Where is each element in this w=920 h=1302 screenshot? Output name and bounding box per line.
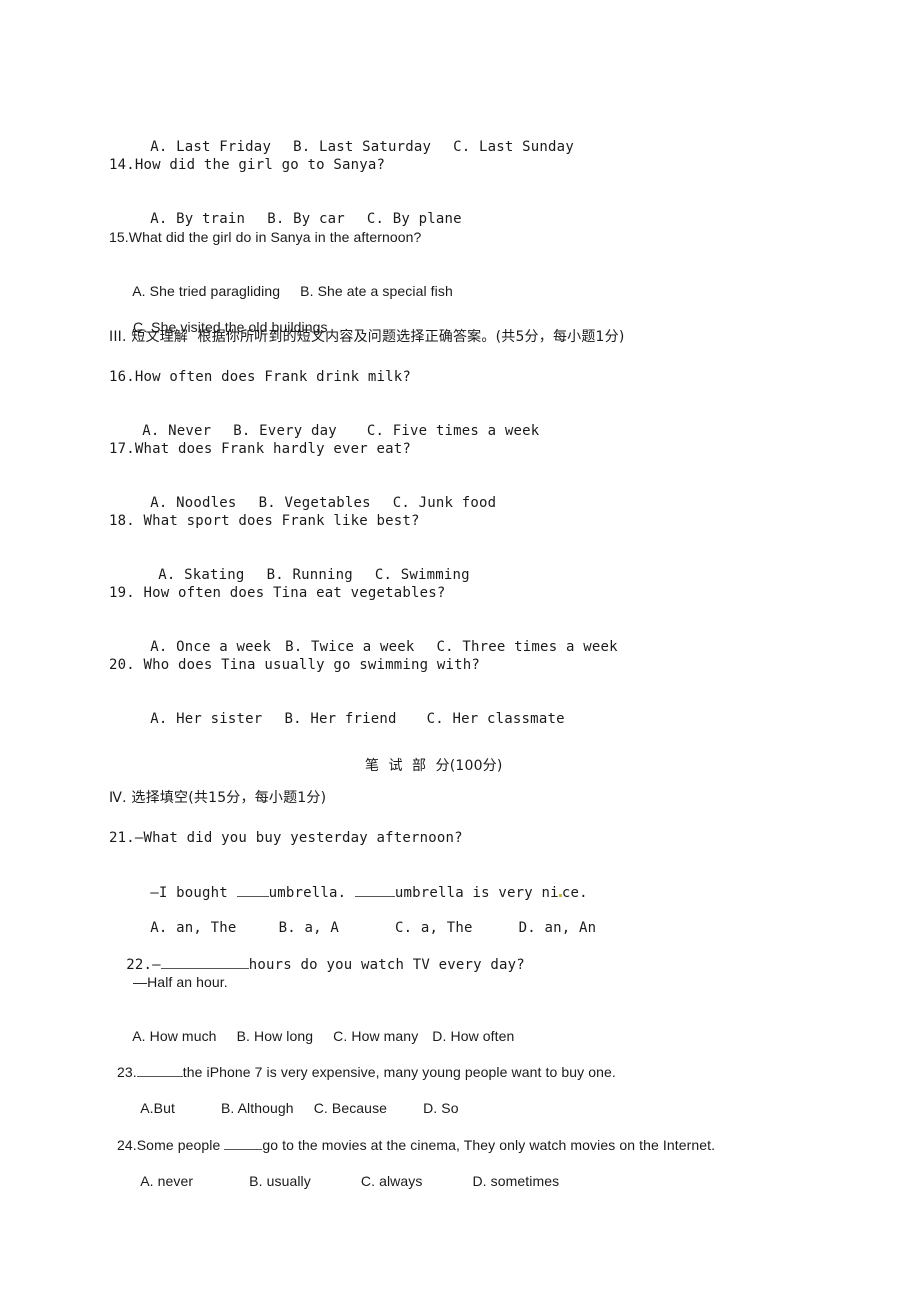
question-24: 24.Some people go to the movies at the c… [116, 1136, 716, 1153]
option-c: C. always [360, 1173, 423, 1189]
option-b: B. Running [266, 567, 353, 583]
question-23: 23. the iPhone 7 is very expensive, many … [116, 1063, 616, 1080]
written-part-title: 笔 试 部 分(100分) [365, 758, 503, 774]
option-b: B. Her friend [284, 711, 397, 727]
option-d: D. How often [432, 1028, 515, 1044]
blank-2[interactable] [354, 883, 395, 897]
q22-options: A. How much B. How long C. How many D. How … [125, 1009, 514, 1045]
option-a: A. By train [150, 211, 246, 227]
q20-options: A. Her sister B. Her friend C. Her classma… [133, 692, 565, 728]
question-14: 14.How did the girl go to Sanya? [109, 157, 386, 173]
option-a: A. Noodles [150, 495, 237, 511]
option-a: A. Skating [158, 567, 245, 583]
question-21: 21.—What did you buy yesterday afternoon… [109, 830, 463, 846]
q16-options: A. Never B. Every day C. Five times a week [125, 404, 539, 440]
blank[interactable] [136, 1063, 183, 1077]
q21-options: A. an, The B. a, A C. a, The D. an, An [133, 901, 596, 937]
option-a: A. Her sister [150, 711, 263, 727]
option-c: C. Swimming [374, 567, 470, 583]
option-c: C. Last Sunday [453, 139, 574, 155]
option-b: B. Vegetables [258, 495, 371, 511]
q21-reply: —I bought umbrella. umbrella is very ni c… [150, 883, 588, 901]
q14-options: A. By train B. By car C. By plane [133, 192, 462, 228]
option-a: A. Never [142, 423, 212, 439]
q13-options: A. Last Friday B. Last Saturday C. Last Su… [133, 120, 574, 156]
option-c: C. Because [313, 1100, 388, 1116]
blank-1[interactable] [236, 883, 269, 897]
question-15: 15.What did the girl do in Sanya in the … [109, 229, 422, 245]
option-b: B. By car [267, 211, 345, 227]
question-20: 20. Who does Tina usually go swimming wi… [109, 657, 481, 673]
q19-options: A. Once a week B. Twice a week C. Three ti… [133, 620, 618, 656]
option-c: C. Her classmate [426, 711, 565, 727]
option-d: D. sometimes [472, 1173, 560, 1189]
option-b: B. usually [249, 1173, 311, 1189]
option-c: C. Junk food [392, 495, 497, 511]
option-a: A. Once a week [150, 639, 272, 655]
option-b: B. Although [220, 1100, 294, 1116]
option-b: B. a, A [278, 920, 339, 936]
option-c: C. a, The [394, 920, 473, 936]
section-4-heading: Ⅳ. 选择填空(共15分，每小题1分) [109, 790, 327, 806]
option-c: C. Three times a week [436, 639, 618, 655]
q15-options-row1: A. She tried paragliding B. She ate a spe… [125, 264, 453, 300]
option-c: C. How many [333, 1028, 419, 1044]
q17-options: A. Noodles B. Vegetables C. Junk food [133, 476, 496, 512]
exam-page: { "q13": { "options": ["A. Last Friday",… [0, 0, 920, 1302]
option-b: B. Every day [233, 423, 337, 439]
question-16: 16.How often does Frank drink milk? [109, 369, 412, 385]
option-a: A.But [140, 1100, 175, 1116]
blank[interactable] [160, 955, 249, 969]
option-c: C. Five times a week [366, 423, 540, 439]
option-b: B. How long [236, 1028, 314, 1044]
option-b: B. She ate a special fish [300, 283, 453, 299]
option-d: D. an, An [518, 920, 597, 936]
q23-options: A.But B. Although C. Because D. So [133, 1081, 459, 1117]
option-c: C. By plane [366, 211, 462, 227]
option-d: D. So [423, 1100, 459, 1116]
option-a: A. How much [132, 1028, 217, 1044]
q18-options: A. Skating B. Running C. Swimming [141, 548, 470, 584]
question-17: 17.What does Frank hardly ever eat? [109, 441, 412, 457]
question-18: 18. What sport does Frank like best? [109, 513, 420, 529]
option-a: A. never [140, 1173, 194, 1189]
section-3-heading: III. 短文理解 根据你所听到的短文内容及问题选择正确答案。(共5分，每小题1… [109, 329, 625, 345]
blank[interactable] [224, 1136, 263, 1150]
option-b: B. Last Saturday [293, 139, 432, 155]
option-a: A. Last Friday [150, 139, 272, 155]
option-b: B. Twice a week [285, 639, 415, 655]
question-22: 22.— hours do you watch TV every day? [126, 955, 525, 973]
q24-options: A. never B. usually C. always D. sometimes [133, 1154, 559, 1190]
question-19: 19. How often does Tina eat vegetables? [109, 585, 446, 601]
option-a: A. an, The [150, 920, 237, 936]
q22-reply: —Half an hour. [133, 974, 228, 990]
option-a: A. She tried paragliding [132, 283, 281, 299]
